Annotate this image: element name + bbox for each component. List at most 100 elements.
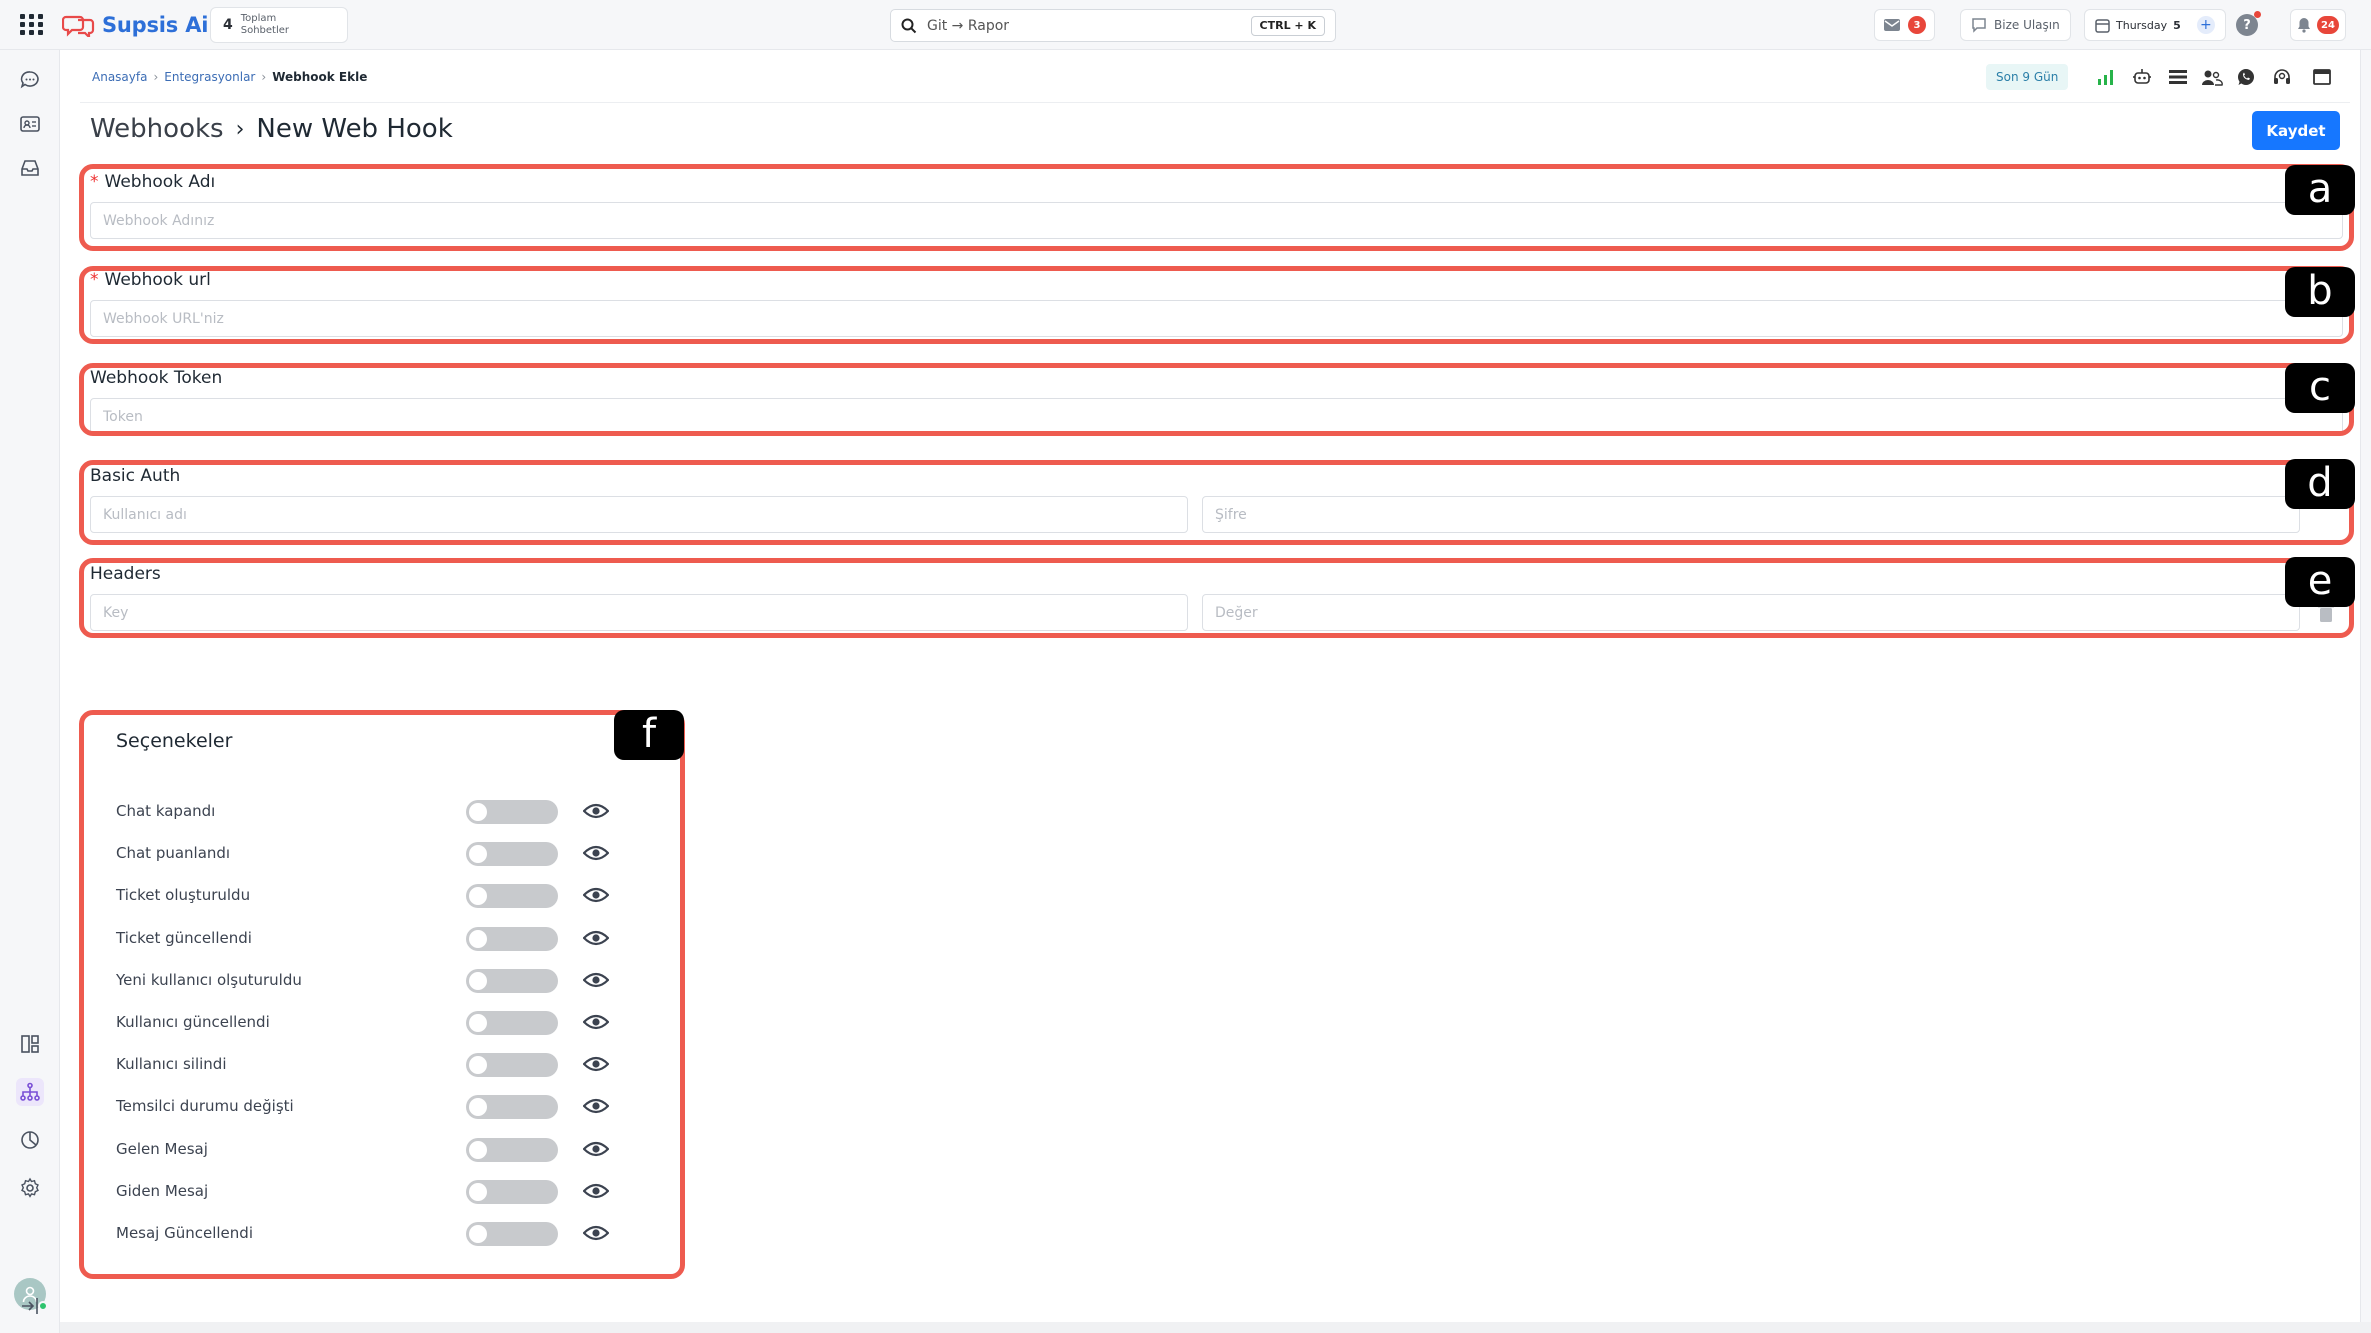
basic-auth-password-input[interactable] — [1202, 496, 2300, 533]
mail-icon — [1884, 19, 1900, 31]
toggle-knob — [469, 1225, 487, 1243]
eye-icon[interactable] — [583, 1013, 609, 1031]
toggle-knob — [469, 1014, 487, 1032]
brand-logo[interactable]: Supsis Ai — [62, 10, 208, 40]
option-label: Chat puanlandı — [116, 844, 231, 863]
eye-icon[interactable] — [583, 929, 609, 947]
webhook-name-input[interactable] — [90, 202, 2343, 239]
option-row: Ticket oluşturuldu — [116, 882, 616, 912]
option-label: Temsilci durumu değişti — [116, 1097, 294, 1116]
toggle-knob — [469, 971, 487, 990]
sidebar-item-chats[interactable] — [16, 66, 44, 94]
eye-icon[interactable] — [583, 886, 609, 904]
option-label: Kullanıcı silindi — [116, 1055, 227, 1074]
option-toggle[interactable] — [466, 1222, 558, 1246]
webhook-url-label-text: Webhook url — [104, 270, 211, 290]
total-conversations-count: 4 — [223, 17, 233, 33]
breadcrumb-separator: › — [261, 70, 267, 84]
page-title-root[interactable]: Webhooks — [90, 114, 224, 144]
basic-auth-username-input[interactable] — [90, 496, 1188, 533]
mail-pill[interactable]: 3 — [1874, 9, 1935, 41]
pie-chart-icon — [21, 1131, 39, 1149]
webhook-url-input[interactable] — [90, 300, 2343, 337]
option-toggle[interactable] — [466, 926, 558, 951]
sidebar-item-inbox[interactable] — [16, 154, 44, 182]
option-toggle[interactable] — [466, 968, 558, 993]
total-conversations-widget[interactable]: 4 Toplam Sohbetler — [210, 7, 348, 43]
toggle-knob — [469, 803, 487, 821]
support-headset-icon[interactable] — [2270, 65, 2294, 89]
search-icon — [901, 18, 917, 33]
help-icon[interactable]: ? — [2236, 11, 2261, 36]
search-input[interactable] — [927, 17, 1227, 34]
sidebar-item-dashboard[interactable] — [16, 1030, 44, 1058]
scrollbar-track[interactable] — [2360, 50, 2371, 1333]
help-alert-dot — [2254, 11, 2261, 18]
eye-icon[interactable] — [583, 844, 609, 862]
header-value-input[interactable] — [1202, 594, 2300, 631]
annotation-tag-b: b — [2285, 267, 2355, 317]
webhook-token-input[interactable] — [90, 398, 2343, 435]
eye-icon[interactable] — [583, 802, 609, 820]
toggle-knob — [469, 1182, 487, 1201]
option-toggle[interactable] — [466, 1137, 558, 1162]
option-label: Yeni kullanıcı olşuturuldu — [116, 970, 302, 989]
option-label: Kullanıcı güncellendi — [116, 1013, 270, 1031]
option-toggle[interactable] — [466, 800, 558, 824]
breadcrumb-integrations[interactable]: Entegrasyonlar — [164, 70, 255, 84]
calendar-icon — [2095, 18, 2110, 33]
eye-icon[interactable] — [583, 1055, 609, 1073]
option-toggle[interactable] — [466, 1011, 558, 1035]
dashboard-icon — [21, 1035, 39, 1053]
notifications-badge: 24 — [2317, 16, 2339, 34]
option-toggle[interactable] — [466, 1053, 558, 1078]
period-filter[interactable]: Son 9 Gün — [1986, 64, 2069, 90]
statistics-icon[interactable] — [2094, 65, 2118, 89]
apps-grid-icon[interactable] — [20, 14, 44, 36]
global-search[interactable]: CTRL + K — [890, 9, 1336, 42]
header-divider — [80, 102, 2350, 103]
mail-button[interactable]: 3 — [1874, 8, 1935, 42]
breadcrumb-home[interactable]: Anasayfa — [92, 70, 147, 84]
contact-card-icon — [20, 116, 40, 132]
window-icon[interactable] — [2310, 65, 2334, 89]
breadcrumb-current: Webhook Ekle — [272, 70, 368, 84]
hierarchy-icon — [20, 1082, 40, 1101]
option-toggle[interactable] — [466, 884, 558, 909]
toggle-knob — [469, 1140, 487, 1159]
bell-icon — [2298, 18, 2310, 33]
sidebar-item-reports[interactable] — [16, 1126, 44, 1154]
eye-icon[interactable] — [583, 971, 609, 989]
contact-us-button[interactable]: Bize Ulaşın — [1960, 9, 2071, 41]
sidebar-item-integrations[interactable] — [16, 1078, 44, 1106]
calendar-date: 5 — [2173, 18, 2181, 32]
header-key-input[interactable] — [90, 594, 1188, 631]
eye-icon[interactable] — [583, 1224, 609, 1242]
notifications-button[interactable]: 24 — [2290, 9, 2346, 41]
sidebar-item-contacts[interactable] — [16, 110, 44, 138]
add-event-icon[interactable]: + — [2196, 16, 2215, 34]
whatsapp-icon[interactable] — [2234, 65, 2258, 89]
sidebar-item-settings[interactable] — [16, 1174, 44, 1202]
annotation-tag-d: d — [2285, 459, 2355, 509]
eye-icon[interactable] — [583, 1140, 609, 1158]
option-label: Giden Mesaj — [116, 1181, 209, 1200]
eye-icon[interactable] — [583, 1097, 609, 1115]
option-toggle[interactable] — [466, 842, 558, 867]
option-label: Ticket oluşturuldu — [116, 886, 251, 905]
list-icon[interactable] — [2166, 65, 2190, 89]
search-shortcut-badge: CTRL + K — [1250, 16, 1325, 36]
option-row: Kullanıcı güncellendi — [116, 1009, 616, 1039]
option-toggle[interactable] — [466, 1095, 558, 1120]
team-icon[interactable] — [2200, 65, 2224, 89]
save-button[interactable]: Kaydet — [2252, 111, 2340, 150]
annotation-tag-c: c — [2285, 363, 2355, 413]
top-bar: Supsis Ai 4 Toplam Sohbetler CTRL + K 3 — [0, 0, 2371, 50]
option-toggle[interactable] — [466, 1179, 558, 1204]
calendar-widget[interactable]: Thursday 5 + — [2084, 9, 2226, 41]
toggle-knob — [469, 929, 487, 948]
eye-icon[interactable] — [583, 1182, 609, 1200]
robot-icon[interactable] — [2130, 65, 2154, 89]
brand-name: Supsis Ai — [102, 13, 209, 37]
logout-button[interactable] — [16, 1292, 44, 1320]
